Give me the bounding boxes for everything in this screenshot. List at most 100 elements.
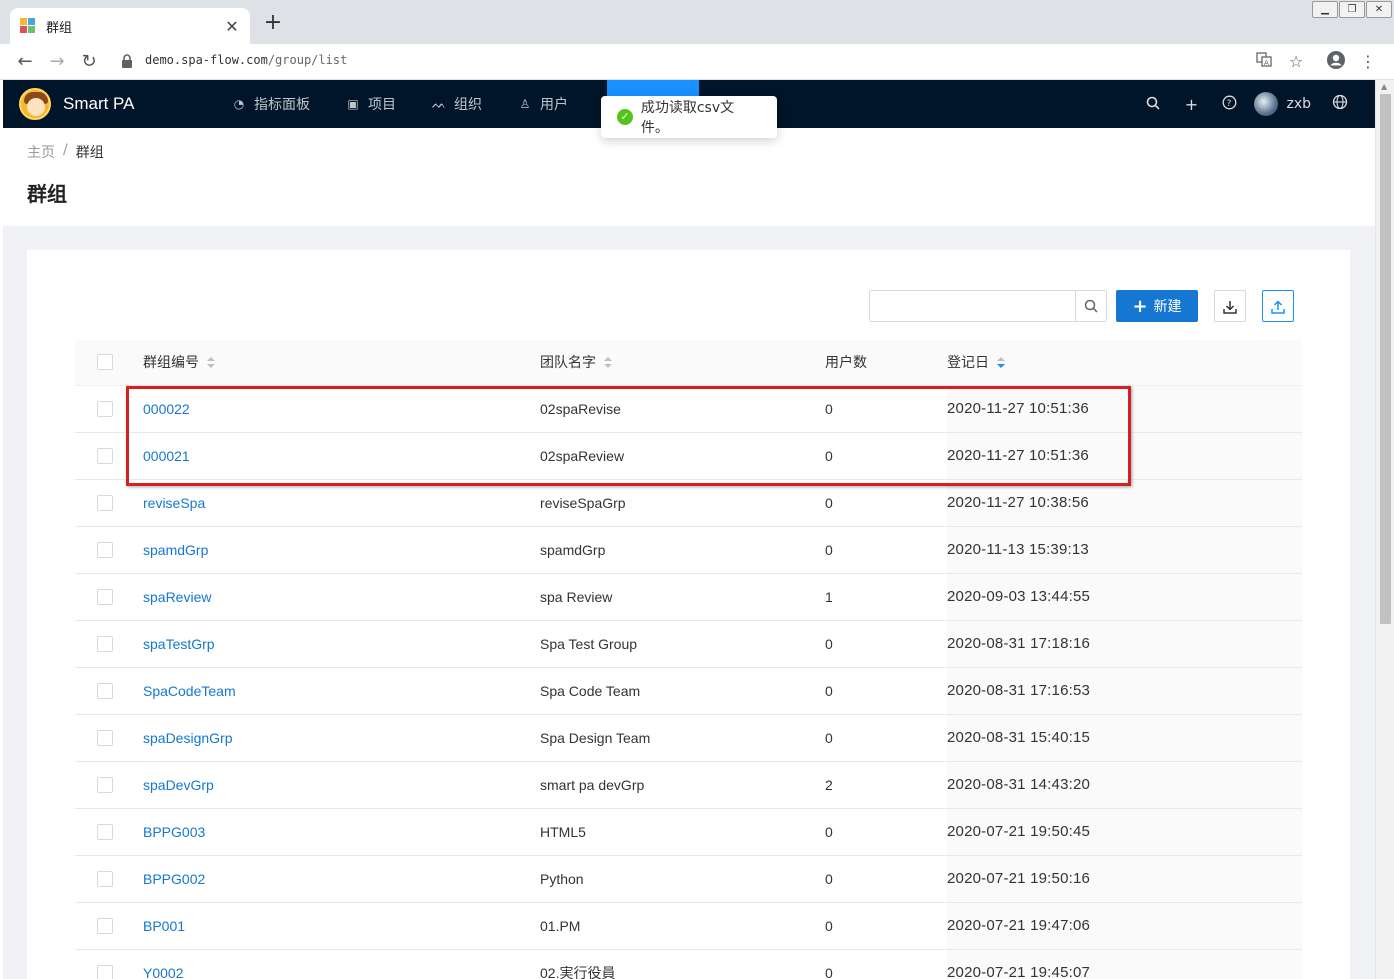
cell-code[interactable]: 000022: [143, 385, 540, 433]
new-tab-button[interactable]: +: [262, 12, 284, 34]
minimize-button[interactable]: ▁: [1312, 1, 1338, 18]
checkbox[interactable]: [97, 730, 113, 747]
row-select[interactable]: [75, 808, 143, 856]
help-icon[interactable]: ?: [1210, 95, 1248, 114]
download-button[interactable]: [1214, 290, 1246, 322]
checkbox[interactable]: [97, 448, 113, 465]
row-select[interactable]: [75, 714, 143, 762]
address-bar[interactable]: demo.spa-flow.com/group/list: [145, 53, 347, 67]
table-row[interactable]: spaReview spa Review 1 2020-09-03 13:44:55: [75, 573, 1302, 621]
checkbox[interactable]: [97, 495, 113, 512]
close-tab-icon[interactable]: ✕: [224, 17, 240, 36]
cell-code[interactable]: spaReview: [143, 573, 540, 621]
cell-code[interactable]: spamdGrp: [143, 526, 540, 574]
checkbox[interactable]: [97, 777, 113, 794]
translate-icon[interactable]: A: [1252, 50, 1276, 74]
table-row[interactable]: 000021 02spaReview 0 2020-11-27 10:51:36: [75, 432, 1302, 480]
cell-code[interactable]: spaDevGrp: [143, 761, 540, 809]
table-row[interactable]: BP001 01.PM 0 2020-07-21 19:47:06: [75, 902, 1302, 950]
cell-code[interactable]: SpaCodeTeam: [143, 667, 540, 715]
row-select[interactable]: [75, 620, 143, 668]
user-menu[interactable]: zxb: [1254, 92, 1311, 116]
group-code-link[interactable]: reviseSpa: [143, 495, 205, 511]
breadcrumb-home[interactable]: 主页: [27, 142, 55, 162]
search-input[interactable]: [869, 290, 1107, 322]
plus-icon[interactable]: +: [1172, 95, 1210, 114]
page-scrollbar[interactable]: ▲: [1375, 80, 1394, 979]
row-select[interactable]: [75, 385, 143, 433]
table-row[interactable]: BPPG003 HTML5 0 2020-07-21 19:50:45: [75, 808, 1302, 856]
reload-icon[interactable]: ↻: [77, 50, 101, 74]
globe-icon[interactable]: [1321, 94, 1359, 114]
menu-item-user[interactable]: ♙ 用户: [504, 80, 582, 128]
row-select[interactable]: [75, 479, 143, 527]
group-code-link[interactable]: spaDevGrp: [143, 777, 214, 793]
checkbox[interactable]: [97, 542, 113, 559]
group-code-link[interactable]: spamdGrp: [143, 542, 208, 558]
group-code-link[interactable]: BPPG003: [143, 824, 205, 840]
group-code-link[interactable]: BPPG002: [143, 871, 205, 887]
checkbox[interactable]: [97, 401, 113, 418]
checkbox[interactable]: [97, 918, 113, 935]
checkbox[interactable]: [97, 589, 113, 606]
table-row[interactable]: SpaCodeTeam Spa Code Team 0 2020-08-31 17:1…: [75, 667, 1302, 715]
group-code-link[interactable]: SpaCodeTeam: [143, 683, 236, 699]
menu-item-project[interactable]: ▣ 项目: [332, 80, 410, 128]
checkbox[interactable]: [97, 354, 113, 371]
table-row[interactable]: reviseSpa reviseSpaGrp 0 2020-11-27 10:38:5…: [75, 479, 1302, 527]
browser-tab[interactable]: 群组 ✕: [10, 8, 250, 44]
group-code-link[interactable]: spaDesignGrp: [143, 730, 233, 746]
cell-code[interactable]: BP001: [143, 902, 540, 950]
header-code[interactable]: 群组编号: [143, 340, 540, 386]
new-button[interactable]: + 新建: [1116, 290, 1198, 322]
cell-code[interactable]: spaTestGrp: [143, 620, 540, 668]
back-arrow-icon[interactable]: ←: [13, 50, 37, 74]
sort-icon[interactable]: [207, 356, 215, 370]
table-row[interactable]: Y0002 02.実行役員 0 2020-07-21 19:45:07: [75, 949, 1302, 979]
row-select[interactable]: [75, 855, 143, 903]
row-select[interactable]: [75, 667, 143, 715]
header-team[interactable]: 团队名字: [540, 340, 825, 386]
forward-arrow-icon[interactable]: →: [45, 50, 69, 74]
cell-code[interactable]: 000021: [143, 432, 540, 480]
table-row[interactable]: BPPG002 Python 0 2020-07-21 19:50:16: [75, 855, 1302, 903]
restore-button[interactable]: ❐: [1339, 1, 1365, 18]
cell-code[interactable]: Y0002: [143, 949, 540, 979]
cell-code[interactable]: BPPG002: [143, 855, 540, 903]
scroll-up-arrow-icon[interactable]: ▲: [1381, 82, 1387, 91]
table-row[interactable]: spaTestGrp Spa Test Group 0 2020-08-31 17:1…: [75, 620, 1302, 668]
header-select-all[interactable]: [75, 340, 143, 386]
group-code-link[interactable]: spaReview: [143, 589, 211, 605]
table-row[interactable]: spamdGrp spamdGrp 0 2020-11-13 15:39:13: [75, 526, 1302, 574]
search-button[interactable]: [1075, 291, 1106, 321]
checkbox[interactable]: [97, 636, 113, 653]
row-select[interactable]: [75, 526, 143, 574]
upload-button[interactable]: [1262, 290, 1294, 322]
header-date[interactable]: 登记日: [947, 340, 1302, 386]
sort-icon[interactable]: [997, 356, 1005, 370]
bookmark-star-icon[interactable]: ☆: [1284, 50, 1308, 74]
profile-icon[interactable]: [1324, 50, 1348, 74]
table-row[interactable]: spaDesignGrp Spa Design Team 0 2020-08-31 1…: [75, 714, 1302, 762]
search-icon[interactable]: [1134, 95, 1172, 114]
row-select[interactable]: [75, 761, 143, 809]
group-code-link[interactable]: 000021: [143, 448, 190, 464]
row-select[interactable]: [75, 949, 143, 979]
checkbox[interactable]: [97, 824, 113, 841]
table-row[interactable]: spaDevGrp smart pa devGrp 2 2020-08-31 14:4…: [75, 761, 1302, 809]
menu-item-dashboard[interactable]: ◔ 指标面板: [218, 80, 324, 128]
close-window-button[interactable]: ✕: [1366, 1, 1392, 18]
checkbox[interactable]: [97, 871, 113, 888]
brand[interactable]: Smart PA: [19, 88, 134, 120]
group-code-link[interactable]: spaTestGrp: [143, 636, 215, 652]
scroll-thumb[interactable]: [1380, 94, 1391, 624]
checkbox[interactable]: [97, 683, 113, 700]
cell-code[interactable]: spaDesignGrp: [143, 714, 540, 762]
row-select[interactable]: [75, 902, 143, 950]
cell-code[interactable]: BPPG003: [143, 808, 540, 856]
browser-menu-icon[interactable]: ⋮: [1356, 50, 1380, 74]
group-code-link[interactable]: 000022: [143, 401, 190, 417]
group-code-link[interactable]: Y0002: [143, 965, 183, 979]
cell-code[interactable]: reviseSpa: [143, 479, 540, 527]
menu-item-organization[interactable]: ᨓ 组织: [418, 80, 496, 128]
